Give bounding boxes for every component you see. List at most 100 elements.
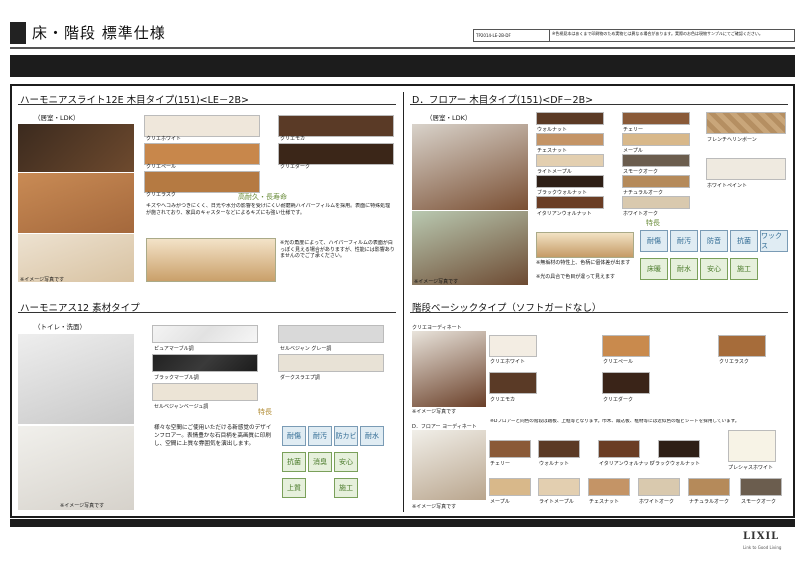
swatch-label: ブラックウォルナット (537, 190, 588, 196)
feature-icon: 耐水 (670, 258, 698, 280)
swatch-label: チェスナット (537, 148, 568, 154)
feature-icon: 抗菌 (282, 452, 306, 472)
swatch-label: クリエペール (603, 359, 634, 365)
header-note: TP2014-LE-2B-DF ※色柄見本はあくまで印刷物のため実物とは異なる場… (473, 29, 795, 42)
swatch-black-marble (152, 354, 258, 372)
section2-image-note: ※イメージ写真です (414, 279, 459, 285)
section2-rule (410, 104, 788, 105)
section3-feature-text: 様々な空間にご使用いただける新感覚のデザインフロアー。表情豊かな石目柄を高画質に… (154, 425, 272, 447)
swatch-serpeggiante-beige (152, 383, 258, 401)
swatch-crie-mocha (278, 115, 394, 137)
swatch-label: クリエラスク (146, 192, 176, 198)
swatch-label: クリエダーク (603, 397, 634, 403)
section4-image-note-2: ※イメージ写真です (412, 504, 457, 510)
swatch-black-walnut (536, 175, 604, 188)
section1-photo-1 (18, 124, 134, 172)
section3-feature-title: 特長 (258, 408, 272, 416)
swatch-label: メープル (490, 499, 510, 505)
swatch-label: スモークオーク (623, 169, 659, 175)
section4-sub1: クリエヨーディネート (412, 325, 462, 331)
swatch-crie-rusk (144, 171, 260, 193)
feature-icon: 安心 (700, 258, 728, 280)
swatch-pure-marble (152, 325, 258, 343)
swatch-white-oak (622, 196, 690, 209)
swatch-stair-natural-oak (688, 478, 730, 496)
section4-photo-2 (412, 430, 486, 500)
section1-feature-text: キズやヘコみがつきにくく、日光や水分の影響を受けにくい耐磨耗ハイパーフィルムを採… (146, 203, 391, 216)
swatch-label: ライトメープル (537, 169, 572, 175)
swatch-label: ウォルナット (537, 127, 568, 133)
feature-icon: 消臭 (308, 452, 332, 472)
section1-diagram (146, 238, 276, 282)
swatch-dark-slab (278, 354, 384, 372)
swatch-label: ダークスラエプ調 (280, 375, 320, 381)
section1-room: （居室・LDK） (34, 114, 80, 122)
swatch-stair-crie-dark (602, 372, 650, 394)
swatch-label: セルベジャンベージュ調 (154, 404, 209, 410)
swatch-stair-light-maple (538, 478, 580, 496)
swatch-label: ブラックマーブル調 (154, 375, 199, 381)
section1-feature-title: 高耐久・長寿命 (238, 193, 287, 201)
footer-bar (10, 519, 795, 527)
swatch-crie-dark (278, 143, 394, 165)
section2-room: （居室・LDK） (426, 114, 472, 122)
section1-photo-2 (18, 173, 134, 233)
swatch-label: クリエモカ (280, 136, 306, 142)
section3-room: （トイレ・洗面） (34, 323, 86, 331)
section2-note-1: ※無垢材の特性上、色柄に個体差が出ます (536, 260, 631, 266)
lixil-logo: LIXIL (743, 531, 780, 542)
swatch-stair-crie-pale (602, 335, 650, 357)
swatch-stair-smoke-oak (740, 478, 782, 496)
swatch-stair-maple (489, 478, 531, 496)
section1-rule (18, 104, 396, 105)
swatch-label: ナチュラルオーク (689, 499, 730, 505)
swatch-stair-crie-mocha (489, 372, 537, 394)
swatch-label: ナチュラルオーク (623, 190, 664, 196)
swatch-label: クリエラスク (719, 359, 749, 365)
swatch-label: チェリー (490, 461, 511, 467)
swatch-label: ホワイトオーク (639, 499, 675, 505)
swatch-stair-chestnut (588, 478, 630, 496)
swatch-stair-crie-white (489, 335, 537, 357)
swatch-walnut (536, 112, 604, 125)
section2-note-2: ※光の具合で色目が違って見えます (536, 274, 615, 280)
swatch-label: ホワイトペイント (707, 183, 748, 189)
swatch-label: ブラックウォルナット (650, 461, 701, 467)
title-marker (10, 22, 26, 44)
swatch-white-paint (706, 158, 786, 180)
swatch-label: クリエペール (146, 164, 177, 170)
swatch-label: イタリアンウォルナット (537, 211, 592, 217)
swatch-maple (622, 133, 690, 146)
swatch-stair-white-oak (638, 478, 680, 496)
swatch-label: クリエモカ (490, 397, 516, 403)
swatch-label: クリエダーク (280, 164, 311, 170)
feature-icon: 耐汚 (308, 426, 332, 446)
swatch-label: ピュアマーブル調 (154, 346, 194, 352)
feature-icon: 床暖 (640, 258, 668, 280)
feature-icon: 耐傷 (282, 426, 306, 446)
section3-photo-2 (18, 426, 134, 510)
swatch-crie-white (144, 115, 260, 137)
swatch-stair-black-walnut (658, 440, 700, 458)
swatch-italian-walnut (536, 196, 604, 209)
section1-photo-3 (18, 234, 134, 282)
note-text: ※色柄見本はあくまで印刷物のため実物とは異なる場合があります。実際のお色は現物サ… (552, 31, 763, 36)
swatch-serpeggiante-grey (278, 325, 384, 343)
feature-icon: ワックス (760, 230, 788, 252)
feature-icon: 防カビ (334, 426, 358, 446)
swatch-label: セルベジャン グレー調 (280, 346, 332, 352)
swatch-light-maple (536, 154, 604, 167)
feature-icon: 施工 (730, 258, 758, 280)
swatch-stair-cherry (489, 440, 531, 458)
section3-photo-1 (18, 334, 134, 424)
feature-icon: 上質 (282, 478, 306, 498)
feature-icon: 耐水 (360, 426, 384, 446)
swatch-french-herringbone (706, 112, 786, 134)
feature-icon: 耐傷 (640, 230, 668, 252)
swatch-smoke-oak (622, 154, 690, 167)
swatch-stair-italian-walnut (598, 440, 640, 458)
section4-rule (410, 312, 788, 313)
section1-note: ※光の角度によって、ハイパーフィルムの表面が白っぽく見える場合がありますが、性能… (280, 240, 395, 259)
section1-image-note: ※イメージ写真です (20, 277, 65, 283)
section2-photo-2 (412, 211, 528, 285)
